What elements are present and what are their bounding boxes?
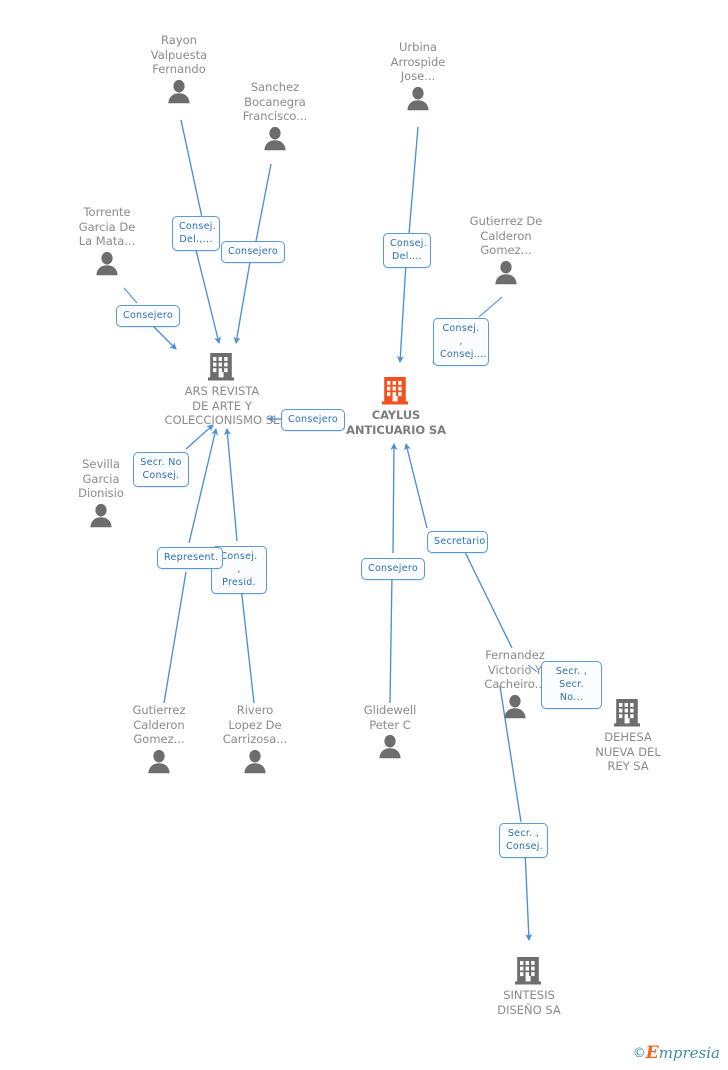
node-label: Gutierrez De Calderon Gomez...: [469, 214, 543, 257]
role-chip-gutierrezBot-ars[interactable]: Represent.: [157, 547, 223, 569]
node-label: Torrente Garcia De La Mata...: [78, 205, 136, 248]
graph-node-caylus[interactable]: CAYLUS ANTICUARIO SA: [336, 375, 456, 437]
node-label: Sanchez Bocanegra Francisco...: [242, 80, 308, 123]
edge-sanchez-ars-2: [233, 261, 251, 345]
graph-node-glidewell[interactable]: Glidewell Peter C: [330, 703, 450, 763]
person-icon: [330, 733, 450, 763]
copyright-symbol: ©: [632, 1046, 646, 1061]
edge-fernandez-caylus: [461, 545, 513, 649]
edge-glidewell-caylus: [389, 573, 393, 704]
edge-rivero-ars-2: [224, 427, 238, 542]
graph-node-sanchez[interactable]: Sanchez Bocanegra Francisco...: [215, 80, 335, 155]
edge-gutierrezbot-ars-2: [188, 427, 219, 544]
building-icon: [469, 955, 589, 987]
node-label: ARS REVISTA DE ARTE Y COLECCIONISMO SL: [164, 384, 280, 427]
role-chip-sevilla-ars[interactable]: Secr. No Consej.: [133, 452, 189, 487]
role-chip-fernandez-dehesa[interactable]: Secr. , Secr. No...: [541, 661, 602, 709]
edge-gutierrezbot-ars: [163, 571, 187, 704]
node-label: CAYLUS ANTICUARIO SA: [346, 408, 446, 437]
role-chip-urbina-caylus[interactable]: Consej. Del....: [383, 233, 431, 268]
node-label: Rivero Lopez De Carrizosa...: [222, 703, 288, 746]
person-icon: [47, 250, 167, 280]
edge-glidewell-caylus-2: [390, 442, 398, 554]
role-chip-fernandez-caylus[interactable]: Secretario: [427, 531, 488, 553]
role-chip-glidewell-caylus[interactable]: Consejero: [361, 558, 425, 580]
building-icon: [336, 375, 456, 407]
node-label: Rayon Valpuesta Fernando: [150, 33, 208, 76]
graph-node-gutierrezTop[interactable]: Gutierrez De Calderon Gomez...: [446, 214, 566, 289]
person-icon: [446, 259, 566, 289]
person-icon: [215, 125, 335, 155]
edge-urbina-caylus: [408, 126, 419, 235]
relationship-graph-canvas: Rayon Valpuesta Fernando Sanchez Bocanegr…: [0, 0, 728, 1070]
edge-urbina-caylus-2: [396, 262, 407, 364]
role-chip-fernandez-sintesis[interactable]: Secr. , Consej.: [499, 823, 548, 858]
graph-node-urbina[interactable]: Urbina Arrospide Jose...: [358, 40, 478, 115]
role-chip-torrente-ars[interactable]: Consejero: [116, 305, 180, 327]
person-icon: [195, 748, 315, 778]
role-chip-caylus-ars[interactable]: Consejero: [281, 409, 345, 431]
edge-fernandez-caylus-2: [404, 442, 428, 529]
person-icon: [41, 502, 161, 532]
edge-rayon-ars-2: [195, 249, 221, 345]
brand-name: mpresia: [658, 1044, 720, 1062]
node-label: DEHESA NUEVA DEL REY SA: [595, 730, 661, 773]
graph-node-rivero[interactable]: Rivero Lopez De Carrizosa...: [195, 703, 315, 778]
edge-rivero-ars: [239, 577, 255, 704]
graph-node-torrente[interactable]: Torrente Garcia De La Mata...: [47, 205, 167, 280]
building-icon: [162, 351, 282, 383]
graph-node-sintesis[interactable]: SINTESIS DISEÑO SA: [469, 955, 589, 1017]
edge-gutierrez-chip: [478, 296, 503, 318]
node-label: Urbina Arrospide Jose...: [390, 40, 446, 83]
edge-sanchez-ars: [255, 163, 272, 242]
empresia-watermark: ©Empresia: [633, 1045, 720, 1062]
edge-rayon-ars: [180, 119, 204, 223]
person-icon: [358, 85, 478, 115]
edge-layer: [123, 119, 538, 942]
graph-node-ars[interactable]: ARS REVISTA DE ARTE Y COLECCIONISMO SL: [162, 351, 282, 428]
role-chip-rayon-ars[interactable]: Consej. Del.,...: [172, 216, 220, 251]
node-label: SINTESIS DISEÑO SA: [497, 988, 561, 1017]
edge-torrente-chip: [123, 287, 138, 304]
role-chip-gutierrezTop-caylus[interactable]: Consej. , Consej....: [433, 318, 489, 366]
role-chip-sanchez-ars[interactable]: Consejero: [221, 241, 285, 263]
brand-initial: E: [645, 1043, 659, 1063]
edge-sevilla-ars: [185, 424, 214, 450]
edge-fernandez-sintesis-2: [524, 850, 533, 942]
node-label: Glidewell Peter C: [363, 703, 417, 732]
